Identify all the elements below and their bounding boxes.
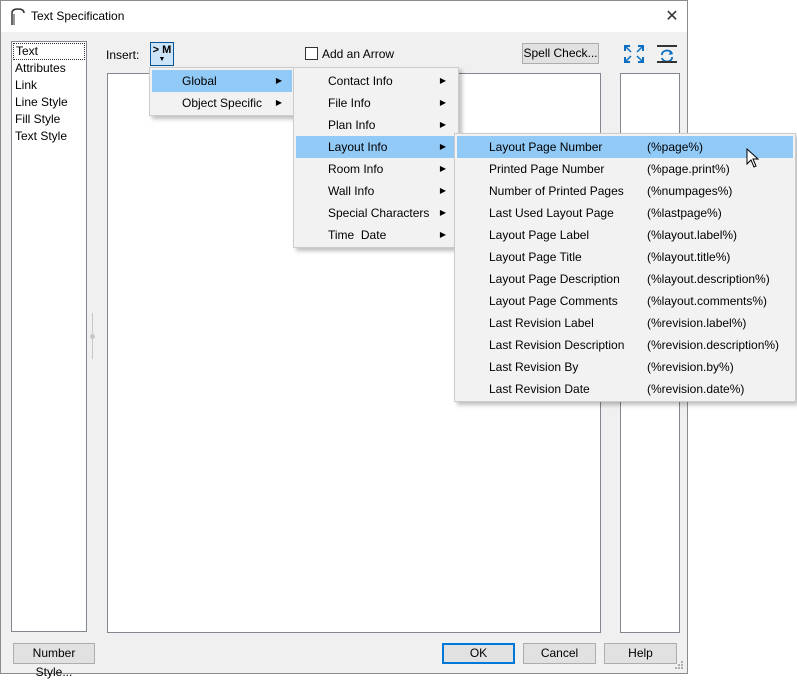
menu-item-label: Plan Info — [328, 118, 376, 132]
menu-item-label: Wall Info — [328, 184, 375, 198]
menu-item-time-date[interactable]: Time Date ▶ — [296, 224, 456, 246]
submenu-arrow-icon: ▶ — [439, 142, 446, 151]
macro-label: Last Revision Label — [489, 316, 594, 330]
macro-value: (%layout.description%) — [647, 272, 770, 286]
macro-value: (%revision.date%) — [647, 382, 745, 396]
macro-label: Last Revision By — [489, 360, 579, 374]
layout-info-submenu: Layout Page Number (%page%) Printed Page … — [454, 133, 796, 402]
menu-item-layout-page-label[interactable]: Layout Page Label (%layout.label%) — [457, 224, 793, 246]
nav-item-text[interactable]: Text — [13, 43, 85, 60]
submenu-arrow-icon: ▶ — [439, 164, 446, 173]
macro-label: Layout Page Description — [489, 272, 620, 286]
submenu-arrow-icon: ▶ — [439, 208, 446, 217]
menu-item-label: Room Info — [328, 162, 384, 176]
macro-label: Layout Page Title — [489, 250, 582, 264]
insert-menu: Global ▶ Object Specific ▶ — [149, 67, 295, 116]
submenu-arrow-icon: ▶ — [439, 230, 446, 239]
menu-item-wall-info[interactable]: Wall Info ▶ — [296, 180, 456, 202]
close-button[interactable]: ✕ — [657, 1, 687, 32]
menu-item-contact-info[interactable]: Contact Info ▶ — [296, 70, 456, 92]
menu-item-layout-page-comments[interactable]: Layout Page Comments (%layout.comments%) — [457, 290, 793, 312]
macro-value: (%page.print%) — [647, 162, 730, 176]
menu-item-object-specific[interactable]: Object Specific ▶ — [152, 92, 292, 114]
global-submenu: Contact Info ▶ File Info ▶ Plan Info ▶ Layo… — [293, 67, 459, 248]
chevron-down-icon: ▼ — [158, 56, 166, 63]
menu-item-last-revision-label[interactable]: Last Revision Label (%revision.label%) — [457, 312, 793, 334]
menu-item-label: Contact Info — [328, 74, 393, 88]
menu-item-last-revision-by[interactable]: Last Revision By (%revision.by%) — [457, 356, 793, 378]
macro-value: (%page%) — [647, 140, 704, 154]
menu-item-label: Layout Info — [328, 140, 388, 154]
mouse-pointer-icon — [746, 148, 760, 168]
menu-item-layout-info[interactable]: Layout Info ▶ — [296, 136, 456, 158]
nav-item-text-style[interactable]: Text Style — [13, 128, 85, 145]
submenu-arrow-icon: ▶ — [439, 120, 446, 129]
macro-label: Printed Page Number — [489, 162, 605, 176]
cancel-button[interactable]: Cancel — [523, 643, 596, 664]
menu-item-plan-info[interactable]: Plan Info ▶ — [296, 114, 456, 136]
add-arrow-checkbox[interactable] — [305, 47, 318, 60]
menu-item-number-of-printed-pages[interactable]: Number of Printed Pages (%numpages%) — [457, 180, 793, 202]
menu-item-room-info[interactable]: Room Info ▶ — [296, 158, 456, 180]
menu-item-file-info[interactable]: File Info ▶ — [296, 92, 456, 114]
macro-value: (%numpages%) — [647, 184, 733, 198]
menu-item-label: Special Characters — [328, 206, 430, 220]
submenu-arrow-icon: ▶ — [439, 76, 446, 85]
macro-label: Last Revision Description — [489, 338, 625, 352]
macro-label: Last Used Layout Page — [489, 206, 614, 220]
menu-item-last-used-layout-page[interactable]: Last Used Layout Page (%lastpage%) — [457, 202, 793, 224]
menu-item-last-revision-date[interactable]: Last Revision Date (%revision.date%) — [457, 378, 793, 400]
macro-value: (%layout.title%) — [647, 250, 731, 264]
add-arrow-label: Add an Arrow — [322, 47, 395, 61]
number-style-button[interactable]: Number Style... — [13, 643, 95, 679]
macro-label: Layout Page Number — [489, 140, 603, 154]
macro-value: (%layout.comments%) — [647, 294, 768, 308]
menu-item-label: Global — [182, 74, 217, 88]
nav-item-link[interactable]: Link — [13, 77, 85, 94]
nav-item-line-style[interactable]: Line Style — [13, 94, 85, 111]
menu-item-layout-page-description[interactable]: Layout Page Description (%layout.descript… — [457, 268, 793, 290]
macro-label: Layout Page Label — [489, 228, 590, 242]
menu-item-label: File Info — [328, 96, 371, 110]
menu-item-label: Time Date — [328, 228, 387, 242]
resize-grip-icon[interactable] — [674, 660, 684, 670]
macro-label: Last Revision Date — [489, 382, 590, 396]
submenu-arrow-icon: ▶ — [275, 98, 282, 107]
window-title: Text Specification — [31, 9, 125, 23]
macro-value: (%revision.by%) — [647, 360, 734, 374]
nav-item-fill-style[interactable]: Fill Style — [13, 111, 85, 128]
macro-value: (%layout.label%) — [647, 228, 738, 242]
submenu-arrow-icon: ▶ — [275, 76, 282, 85]
macro-label: Number of Printed Pages — [489, 184, 624, 198]
macro-label: Layout Page Comments — [489, 294, 618, 308]
menu-item-global[interactable]: Global ▶ — [152, 70, 292, 92]
insert-macro-button[interactable]: > M ▼ — [150, 42, 174, 66]
insert-label: Insert: — [106, 48, 140, 62]
macro-value: (%revision.description%) — [647, 338, 780, 352]
close-icon: ✕ — [665, 8, 679, 25]
menu-item-printed-page-number[interactable]: Printed Page Number (%page.print%) — [457, 158, 793, 180]
category-list: Text Attributes Link Line Style Fill Sty… — [11, 41, 87, 632]
spell-check-button[interactable]: Spell Check... — [522, 43, 599, 64]
splitter-grip-icon — [90, 334, 95, 339]
menu-item-layout-page-number[interactable]: Layout Page Number (%page%) — [457, 136, 793, 158]
submenu-arrow-icon: ▶ — [439, 186, 446, 195]
ok-button[interactable]: OK — [442, 643, 515, 664]
insert-button-label: > M — [152, 44, 172, 56]
menu-item-layout-page-title[interactable]: Layout Page Title (%layout.title%) — [457, 246, 793, 268]
nav-item-attributes[interactable]: Attributes — [13, 60, 85, 77]
macro-value: (%lastpage%) — [647, 206, 722, 220]
app-arch-icon — [11, 8, 25, 25]
menu-item-last-revision-description[interactable]: Last Revision Description (%revision.desc… — [457, 334, 793, 356]
title-bar: Text Specification ✕ — [1, 1, 687, 32]
macro-value: (%revision.label%) — [647, 316, 747, 330]
help-button[interactable]: Help — [604, 643, 677, 664]
menu-item-label: Object Specific — [182, 96, 263, 110]
menu-item-special-characters[interactable]: Special Characters ▶ — [296, 202, 456, 224]
submenu-arrow-icon: ▶ — [439, 98, 446, 107]
fullscreen-icon[interactable] — [622, 43, 646, 65]
refresh-text-icon[interactable] — [655, 43, 679, 65]
